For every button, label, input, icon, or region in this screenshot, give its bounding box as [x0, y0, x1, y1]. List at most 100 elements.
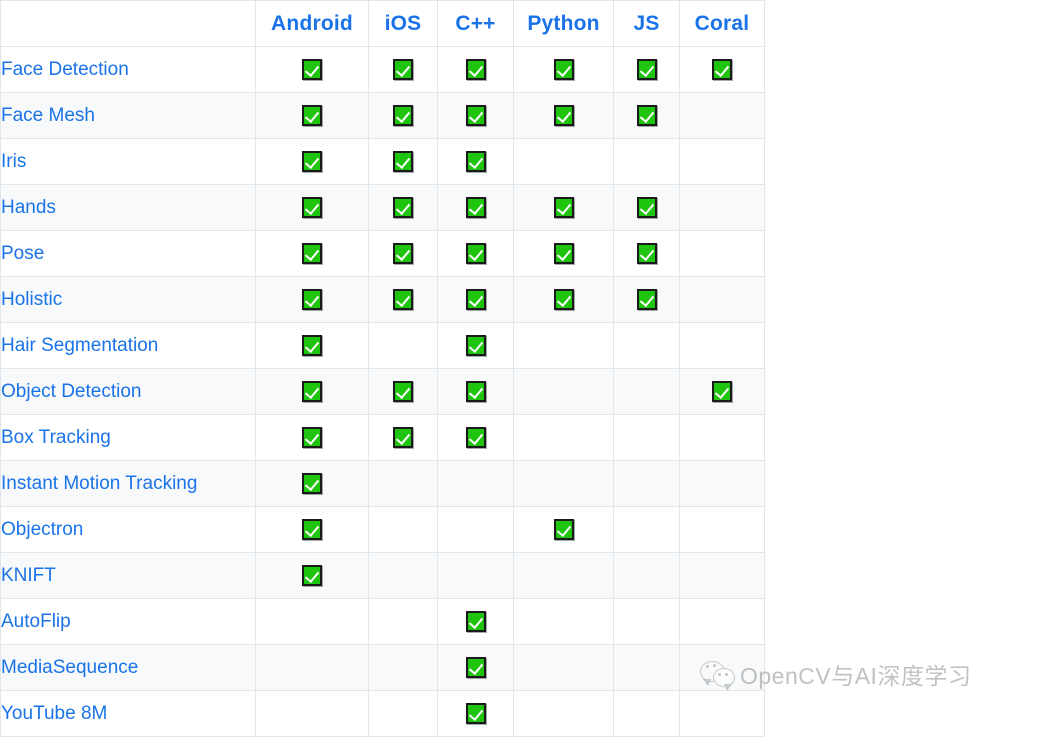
- solution-name-cell[interactable]: MediaSequence: [0, 644, 256, 691]
- solution-name-cell[interactable]: Iris: [0, 138, 256, 185]
- support-cell-coral: [679, 414, 765, 461]
- support-cell-coral: [679, 552, 765, 599]
- solution-name-cell[interactable]: Hair Segmentation: [0, 322, 256, 369]
- support-cell-cpp: [437, 92, 514, 139]
- support-cell-cpp: [437, 46, 514, 93]
- support-cell-android: [255, 598, 369, 645]
- support-cell-python: [513, 506, 614, 553]
- table-row: Box Tracking: [0, 414, 765, 461]
- support-cell-js: [613, 322, 680, 369]
- support-cell-python: [513, 322, 614, 369]
- support-cell-coral: [679, 322, 765, 369]
- support-cell-ios: [368, 46, 438, 93]
- support-cell-js: [613, 46, 680, 93]
- support-cell-cpp: [437, 506, 514, 553]
- solution-name-cell[interactable]: Face Mesh: [0, 92, 256, 139]
- solution-name-cell[interactable]: KNIFT: [0, 552, 256, 599]
- solution-name-cell[interactable]: Objectron: [0, 506, 256, 553]
- table-body: Face Detection Face Mesh Iris Hands Pose Holi…: [0, 46, 765, 737]
- header-row: Android iOS C++ Python JS Coral: [0, 0, 765, 47]
- support-cell-python: [513, 230, 614, 277]
- column-header-cpp: C++: [437, 0, 514, 47]
- support-cell-python: [513, 368, 614, 415]
- check-icon: [553, 59, 574, 80]
- check-icon: [393, 105, 413, 126]
- solution-name-cell[interactable]: AutoFlip: [0, 598, 256, 645]
- check-icon: [465, 197, 486, 218]
- check-icon: [393, 289, 413, 310]
- support-cell-android: [255, 230, 369, 277]
- support-cell-js: [613, 414, 680, 461]
- support-cell-android: [255, 184, 369, 231]
- support-cell-js: [613, 644, 680, 691]
- check-icon: [302, 105, 322, 126]
- check-icon: [636, 243, 657, 264]
- table-row: Objectron: [0, 506, 765, 553]
- check-icon: [636, 289, 657, 310]
- check-icon: [302, 151, 322, 172]
- table-row: Face Mesh: [0, 92, 765, 139]
- check-icon: [465, 335, 486, 356]
- watermark-label: OpenCV与AI深度学习: [740, 663, 972, 689]
- check-icon: [636, 59, 657, 80]
- column-header-ios: iOS: [368, 0, 438, 47]
- check-icon: [393, 243, 413, 264]
- solution-name-cell[interactable]: Pose: [0, 230, 256, 277]
- support-cell-ios: [368, 598, 438, 645]
- support-cell-coral: [679, 184, 765, 231]
- support-cell-ios: [368, 644, 438, 691]
- table-row: KNIFT: [0, 552, 765, 599]
- support-cell-js: [613, 690, 680, 737]
- solution-name-cell[interactable]: Holistic: [0, 276, 256, 323]
- support-cell-coral: [679, 276, 765, 323]
- support-cell-ios: [368, 322, 438, 369]
- support-cell-coral: [679, 598, 765, 645]
- support-cell-android: [255, 690, 369, 737]
- check-icon: [465, 381, 486, 402]
- solution-name-cell[interactable]: Face Detection: [0, 46, 256, 93]
- support-cell-ios: [368, 276, 438, 323]
- check-icon: [636, 105, 657, 126]
- support-cell-python: [513, 414, 614, 461]
- solution-name-cell[interactable]: Object Detection: [0, 368, 256, 415]
- support-cell-ios: [368, 368, 438, 415]
- column-header-android: Android: [255, 0, 369, 47]
- support-cell-coral: [679, 506, 765, 553]
- support-cell-ios: [368, 460, 438, 507]
- support-cell-cpp: [437, 598, 514, 645]
- support-cell-coral: [679, 46, 765, 93]
- support-cell-ios: [368, 184, 438, 231]
- solution-name-cell[interactable]: Box Tracking: [0, 414, 256, 461]
- check-icon: [465, 105, 486, 126]
- check-icon: [465, 59, 486, 80]
- table-row: Instant Motion Tracking: [0, 460, 765, 507]
- table-header: Android iOS C++ Python JS Coral: [0, 0, 765, 47]
- support-cell-python: [513, 184, 614, 231]
- solution-name-cell[interactable]: Hands: [0, 184, 256, 231]
- table-row: Object Detection: [0, 368, 765, 415]
- check-icon: [712, 381, 732, 402]
- check-icon: [465, 151, 486, 172]
- table-row: Hands: [0, 184, 765, 231]
- support-cell-js: [613, 138, 680, 185]
- check-icon: [393, 59, 413, 80]
- check-icon: [302, 519, 322, 540]
- support-cell-android: [255, 460, 369, 507]
- solution-name-cell[interactable]: YouTube 8M: [0, 690, 256, 737]
- solution-name-cell[interactable]: Instant Motion Tracking: [0, 460, 256, 507]
- support-cell-cpp: [437, 644, 514, 691]
- support-cell-cpp: [437, 276, 514, 323]
- support-cell-coral: [679, 230, 765, 277]
- support-cell-cpp: [437, 690, 514, 737]
- support-cell-js: [613, 184, 680, 231]
- support-cell-python: [513, 46, 614, 93]
- table-row: Hair Segmentation: [0, 322, 765, 369]
- check-icon: [302, 289, 322, 310]
- support-cell-ios: [368, 92, 438, 139]
- support-cell-python: [513, 276, 614, 323]
- check-icon: [465, 289, 486, 310]
- check-icon: [302, 243, 322, 264]
- support-cell-cpp: [437, 230, 514, 277]
- support-cell-coral: [679, 92, 765, 139]
- check-icon: [636, 197, 657, 218]
